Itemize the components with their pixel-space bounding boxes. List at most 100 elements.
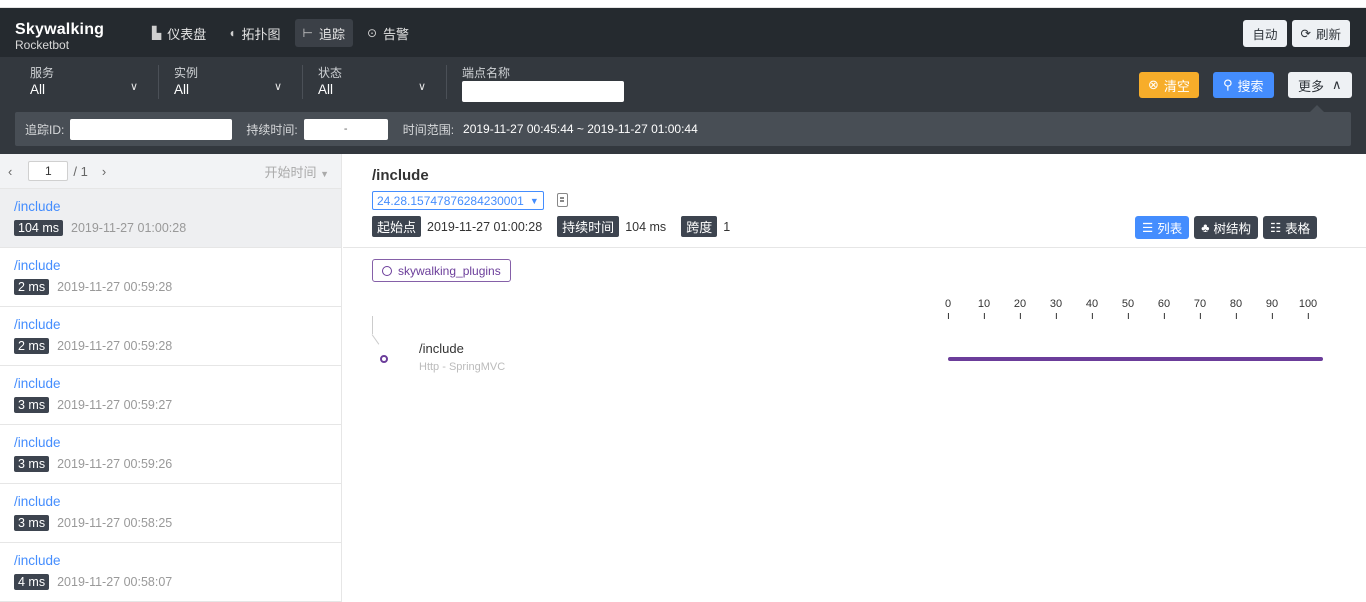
service-label: 服务 — [30, 66, 55, 80]
page-input[interactable]: 1 — [28, 161, 69, 181]
trace-time: 2019-11-27 00:59:26 — [57, 457, 173, 471]
duration-input[interactable]: - — [303, 118, 388, 140]
axis-tick: 70 — [1193, 298, 1207, 319]
search-icon: ⚲ — [1223, 77, 1233, 92]
status-label: 状态 — [318, 66, 343, 80]
trace-id-value: 24.28.15747876284230001 — [377, 193, 524, 208]
logo[interactable]: Skywalking Rocketbot — [15, 21, 104, 52]
start-value: 2019-11-27 01:00:28 — [427, 219, 543, 234]
view-switcher: ☰ 列表 ♣ 树结构 ☷ 表格 — [1135, 216, 1318, 239]
trace-id-select[interactable]: 24.28.15747876284230001 ▼ — [372, 191, 544, 210]
trace-list-item[interactable]: /include 2 ms 2019-11-27 00:59:28 — [0, 248, 341, 307]
trace-info: 起始点 2019-11-27 01:00:28 持续时间 104 ms 跨度 1 — [372, 216, 739, 237]
span-duration-bar — [948, 357, 1323, 361]
tree-icon: ♣ — [1201, 220, 1210, 235]
trace-name: /include — [14, 258, 61, 273]
axis-tick: 90 — [1265, 298, 1279, 319]
next-page-icon[interactable]: › — [102, 164, 106, 179]
nav-topology-label: 拓扑图 — [241, 26, 281, 42]
trace-list-item[interactable]: /include 2 ms 2019-11-27 00:59:28 — [0, 307, 341, 366]
sort-label: 开始时间 — [264, 164, 317, 180]
duration-label: 持续时间: — [246, 122, 298, 137]
span-tag: 跨度 — [681, 216, 718, 237]
nav-topology[interactable]: ◖ 拓扑图 — [220, 19, 288, 47]
view-tree-button[interactable]: ♣ 树结构 — [1194, 216, 1258, 239]
prev-page-icon[interactable]: ‹ — [8, 164, 12, 179]
trace-name: /include — [14, 494, 61, 509]
divider — [158, 65, 159, 99]
span-node-icon — [380, 355, 388, 363]
nav-dashboard[interactable]: ▙ 仪表盘 — [144, 19, 214, 47]
nav-trace-label: 追踪 — [318, 26, 345, 42]
trace-list-item[interactable]: /include 3 ms 2019-11-27 00:59:27 — [0, 366, 341, 425]
trace-list-item[interactable]: /include 104 ms 2019-11-27 01:00:28 — [0, 189, 341, 248]
start-tag: 起始点 — [372, 216, 422, 237]
axis-tick: 100 — [1298, 298, 1318, 319]
clear-button[interactable]: ⊗ 清空 — [1139, 72, 1199, 98]
trace-duration: 2 ms — [14, 279, 50, 295]
span-row[interactable]: /include Http - SpringMVC — [371, 316, 1332, 376]
trace-list-item[interactable]: /include 3 ms 2019-11-27 00:58:25 — [0, 484, 341, 543]
auto-button[interactable]: 自动 — [1243, 20, 1287, 47]
main-nav: ▙ 仪表盘 ◖ 拓扑图 ⊢ 追踪 ⊙ 告警 — [144, 19, 417, 47]
search-button[interactable]: ⚲ 搜索 — [1213, 72, 1274, 98]
trace-list-panel: ‹ 1 / 1 › 开始时间 ▼ /include 104 ms 2019-11-… — [0, 154, 342, 602]
chevron-down-icon: ∨ — [417, 81, 426, 93]
axis-tick: 20 — [1013, 298, 1027, 319]
topology-icon: ◖ — [228, 26, 236, 40]
instance-value: All — [174, 82, 190, 97]
divider — [302, 65, 303, 99]
trace-detail-panel: /include 24.28.15747876284230001 ▼ 起始点 2… — [343, 154, 1366, 602]
trace-name: /include — [14, 317, 61, 332]
trace-duration: 3 ms — [14, 456, 50, 472]
header-actions: 自动 ⟳ 刷新 — [1243, 20, 1350, 47]
endpoint-label: 端点名称 — [462, 66, 511, 80]
view-table-label: 表格 — [1285, 222, 1311, 236]
trace-name: /include — [14, 435, 61, 450]
trace-time: 2019-11-27 00:59:27 — [57, 398, 173, 412]
trace-list-item[interactable]: /include 4 ms 2019-11-27 00:58:07 — [0, 543, 341, 602]
trace-list-item[interactable]: /include 3 ms 2019-11-27 00:59:26 — [0, 425, 341, 484]
copy-icon[interactable] — [557, 193, 568, 207]
service-tag[interactable]: skywalking_plugins — [372, 259, 511, 282]
status-select[interactable]: 状态 All ∨ — [318, 64, 426, 100]
auto-button-label: 自动 — [1252, 28, 1278, 42]
nav-trace[interactable]: ⊢ 追踪 — [294, 19, 353, 47]
tree-line — [372, 316, 373, 334]
refresh-icon: ⟳ — [1300, 27, 1311, 41]
service-select[interactable]: 服务 All ∨ — [30, 64, 138, 100]
nav-dashboard-label: 仪表盘 — [167, 26, 207, 42]
trace-id-input[interactable] — [70, 118, 233, 140]
sort-select[interactable]: 开始时间 ▼ — [264, 162, 329, 181]
trace-name: /include — [14, 376, 61, 391]
trace-time: 2019-11-27 00:59:28 — [57, 339, 173, 353]
popover-arrow — [1310, 105, 1324, 112]
clear-icon: ⊗ — [1148, 77, 1159, 92]
nav-alarm-label: 告警 — [383, 26, 410, 42]
time-range-value[interactable]: 2019-11-27 00:45:44 ~ 2019-11-27 01:00:4… — [463, 122, 698, 136]
caret-down-icon: ▼ — [320, 168, 329, 179]
nav-alarm[interactable]: ⊙ 告警 — [359, 19, 417, 47]
chevron-down-icon: ∨ — [273, 81, 282, 93]
view-table-button[interactable]: ☷ 表格 — [1262, 216, 1318, 239]
clear-button-label: 清空 — [1163, 78, 1190, 94]
duration-value: 104 ms — [625, 219, 667, 234]
service-value: All — [30, 82, 46, 97]
logo-name: Skywalking — [15, 21, 105, 38]
view-list-label: 列表 — [1157, 222, 1183, 236]
trace-duration: 104 ms — [14, 220, 63, 236]
endpoint-input[interactable] — [462, 81, 624, 102]
axis-tick: 50 — [1121, 298, 1135, 319]
refresh-button[interactable]: ⟳ 刷新 — [1291, 20, 1350, 47]
axis-tick: 10 — [977, 298, 991, 319]
divider — [343, 247, 1366, 248]
view-list-button[interactable]: ☰ 列表 — [1135, 216, 1190, 239]
browser-top-strip — [0, 0, 1366, 8]
trace-time: 2019-11-27 00:58:07 — [57, 575, 173, 589]
page-total: / 1 — [73, 163, 88, 179]
instance-select[interactable]: 实例 All ∨ — [174, 64, 282, 100]
trace-duration: 3 ms — [14, 397, 50, 413]
tree-line — [371, 334, 380, 345]
more-button-label: 更多 — [1298, 78, 1325, 94]
more-button[interactable]: 更多 ∧ — [1288, 72, 1352, 98]
